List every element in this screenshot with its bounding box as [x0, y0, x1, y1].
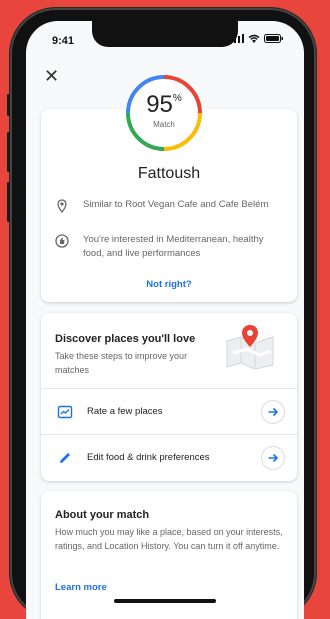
place-name: Fattoush — [137, 165, 201, 182]
discover-card: Discover places you'll love Take these s… — [41, 313, 297, 481]
percent-symbol: % — [172, 93, 182, 104]
status-icons — [230, 34, 284, 43]
reason-similar: Similar to Root Vegan Cafe and Cafe Belé… — [55, 198, 283, 213]
discover-subtitle: Take these steps to improve your matches — [55, 351, 188, 375]
volume-up-button — [7, 132, 10, 172]
status-time: 9:41 — [52, 35, 75, 47]
rate-places-icon — [57, 405, 73, 419]
reason-text: You're interested in Mediterranean, heal… — [83, 234, 264, 259]
reason-interests: You're interested in Mediterranean, heal… — [55, 233, 283, 261]
match-percent-value: 95 — [146, 91, 173, 118]
arrow-right-icon — [268, 453, 279, 463]
phone-screen: 9:41 ✕ Fattoush Similar to Root Vegan Ca… — [26, 21, 304, 619]
match-percent: 95% — [125, 91, 203, 119]
match-score: 95% Match — [125, 74, 203, 152]
learn-more-link[interactable]: Learn more — [55, 582, 107, 593]
wifi-icon — [248, 34, 260, 43]
about-body: How much you may like a place, based on … — [55, 527, 283, 551]
signal-icon — [230, 34, 244, 43]
pencil-icon — [60, 453, 70, 463]
rate-places-row[interactable]: Rate a few places — [41, 388, 297, 435]
rate-places-arrow-button[interactable] — [261, 400, 285, 424]
not-right-link[interactable]: Not right? — [41, 279, 297, 290]
volume-down-button — [7, 182, 10, 222]
about-title: About your match — [55, 509, 150, 521]
rate-places-label: Rate a few places — [87, 406, 163, 417]
match-label: Match — [153, 120, 175, 129]
close-icon[interactable]: ✕ — [44, 67, 59, 85]
battery-icon — [264, 34, 283, 43]
map-pin-illustration-icon — [226, 325, 274, 369]
mute-switch — [7, 94, 10, 116]
notch — [92, 21, 238, 47]
thumbs-up-circle-icon — [55, 234, 69, 248]
home-indicator — [114, 599, 216, 603]
discover-title: Discover places you'll love — [55, 333, 196, 345]
reason-text: Similar to Root Vegan Cafe and Cafe Belé… — [83, 199, 269, 210]
edit-preferences-arrow-button[interactable] — [261, 446, 285, 470]
arrow-right-icon — [268, 407, 279, 417]
edit-preferences-row[interactable]: Edit food & drink preferences — [41, 434, 297, 481]
location-pin-icon — [57, 199, 67, 213]
edit-preferences-label: Edit food & drink preferences — [87, 452, 210, 463]
